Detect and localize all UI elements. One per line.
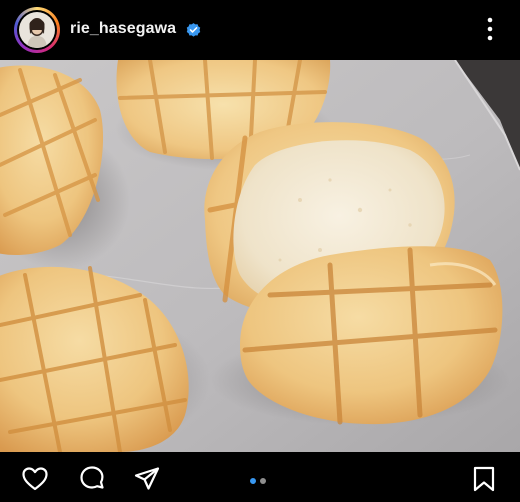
carousel-dot-active: [250, 478, 256, 484]
more-options-icon[interactable]: [482, 16, 498, 42]
action-bar: [0, 452, 520, 502]
carousel-indicator: [250, 478, 270, 484]
post-header: rie_hasegawa: [0, 0, 520, 60]
post-image[interactable]: [0, 60, 520, 452]
comment-icon[interactable]: [78, 465, 106, 493]
send-icon[interactable]: [133, 465, 161, 493]
username[interactable]: rie_hasegawa: [70, 20, 176, 38]
heart-icon[interactable]: [21, 465, 49, 493]
melon-pan-photo: [0, 60, 520, 452]
avatar-photo: [19, 12, 55, 48]
avatar-inner: [17, 10, 57, 50]
verified-badge-icon: [186, 23, 201, 37]
carousel-dot: [260, 478, 266, 484]
bookmark-icon[interactable]: [470, 465, 498, 493]
avatar[interactable]: [14, 7, 60, 53]
